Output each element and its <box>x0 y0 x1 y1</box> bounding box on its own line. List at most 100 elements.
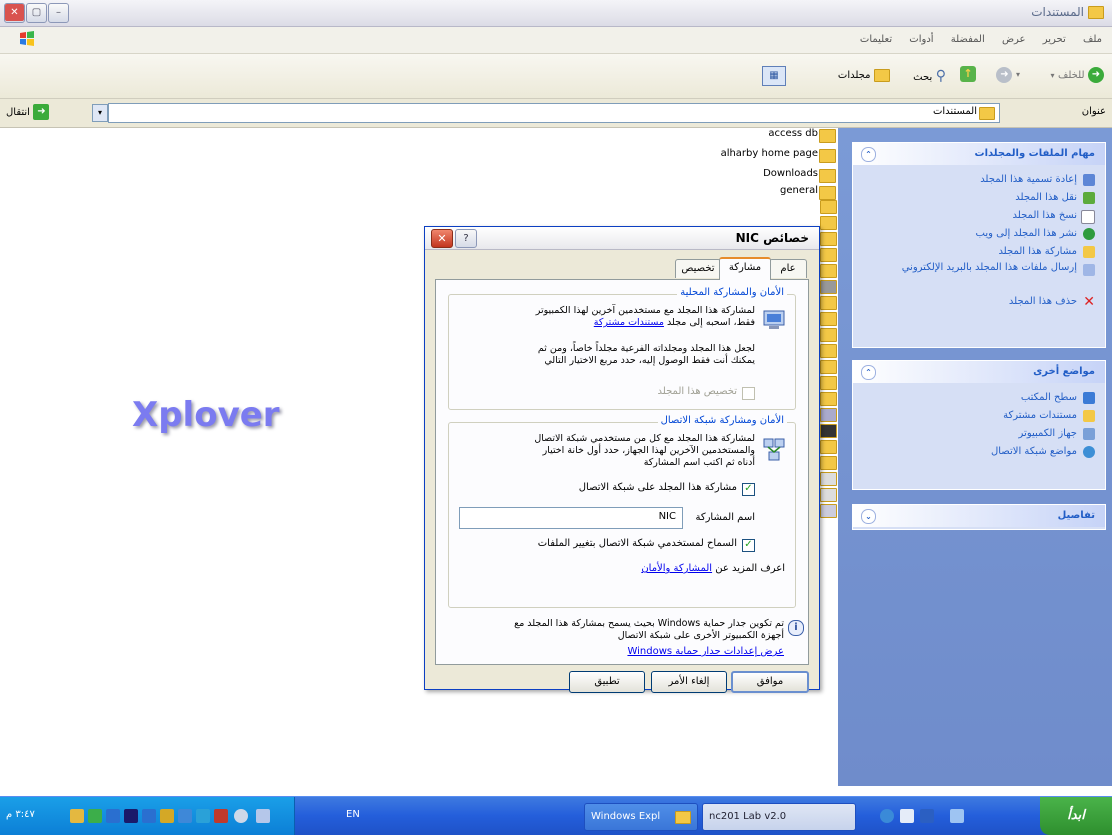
tray-app-icon[interactable] <box>196 809 210 823</box>
panel-title: مهام الملفات والمجلدات <box>974 148 1095 159</box>
close-window-button[interactable]: ✕ <box>4 3 25 23</box>
close-icon: ✕ <box>437 232 447 245</box>
collapse-icon[interactable]: ⌃ <box>861 147 876 162</box>
quick-launch-icon[interactable] <box>880 809 894 823</box>
tray-app-icon[interactable] <box>178 809 192 823</box>
place-my-computer[interactable]: جهاز الكمبيوتر <box>863 425 1095 443</box>
sharing-tab-page: الأمان والمشاركة المحلية لمشاركة هذا الم… <box>435 279 809 665</box>
folders-button[interactable]: مجلدات <box>838 68 890 82</box>
folder-icon <box>819 129 836 143</box>
menu-file[interactable]: ملف <box>1083 34 1102 45</box>
ok-button[interactable]: موافق <box>731 671 809 693</box>
quick-launch-icon[interactable] <box>900 809 914 823</box>
file-item[interactable]: alharby home page <box>721 148 818 159</box>
tray-app-icon[interactable] <box>256 809 270 823</box>
allow-change-files-label: السماح لمستخدمي شبكة الاتصال بتغيير المل… <box>537 538 737 549</box>
minimize-window-button[interactable]: – <box>48 3 69 23</box>
collapse-icon[interactable]: ⌃ <box>861 365 876 380</box>
panel-header[interactable]: تفاصيل ⌄ <box>853 505 1105 527</box>
tray-app-icon[interactable] <box>124 809 138 823</box>
clock[interactable]: ٣:٤٧ م <box>6 809 35 820</box>
network-share-icon <box>763 438 785 461</box>
tray-app-icon[interactable] <box>70 809 84 823</box>
expand-icon[interactable]: ⌄ <box>861 509 876 524</box>
apply-button[interactable]: تطبيق <box>569 671 645 693</box>
menu-edit[interactable]: تحرير <box>1043 34 1066 45</box>
menu-favorites[interactable]: المفضلة <box>951 34 985 45</box>
folder-icon <box>820 440 837 454</box>
share-on-network-checkbox[interactable]: ✓ <box>742 483 755 496</box>
system-tray: ٣:٤٧ م <box>0 797 295 835</box>
place-network[interactable]: مواضع شبكة الاتصال <box>863 443 1095 461</box>
folder-icon <box>820 344 837 358</box>
place-desktop[interactable]: سطح المكتب <box>863 389 1095 407</box>
address-input[interactable]: المستندات <box>108 103 1000 123</box>
share-folder-icon <box>1083 246 1095 258</box>
task-label: إرسال ملفات هذا المجلد بالبريد الإلكترون… <box>901 262 1077 273</box>
dialog-help-button[interactable]: ? <box>455 229 477 248</box>
task-label: nc201 Lab v2.0 <box>709 811 787 822</box>
folder-icon <box>820 456 837 470</box>
dialog-close-button[interactable]: ✕ <box>431 229 453 248</box>
menu-view[interactable]: عرض <box>1002 34 1026 45</box>
go-button[interactable]: ➜ انتقال <box>6 104 50 120</box>
maximize-window-button[interactable]: ▢ <box>26 3 47 23</box>
up-folder-button[interactable]: ↑ <box>960 66 978 84</box>
tray-app-icon[interactable] <box>160 809 174 823</box>
menu-tools[interactable]: أدوات <box>909 34 933 45</box>
tray-app-icon[interactable] <box>106 809 120 823</box>
quick-launch-icon[interactable] <box>950 809 964 823</box>
tray-app-icon[interactable] <box>88 809 102 823</box>
make-private-checkbox[interactable] <box>742 387 755 400</box>
language-indicator[interactable]: EN <box>346 809 360 820</box>
task-move-folder[interactable]: نقل هذا المجلد <box>863 189 1095 207</box>
tab-customize[interactable]: تخصيص <box>675 259 721 278</box>
share-name-input[interactable]: NIC <box>459 507 683 529</box>
taskbar-item-explorer[interactable]: Windows Expl <box>584 803 698 831</box>
task-share-folder[interactable]: مشاركة هذا المجلد <box>863 243 1095 261</box>
search-icon: ⚲ <box>935 68 946 84</box>
task-copy-folder[interactable]: نسخ هذا المجلد <box>863 207 1095 225</box>
quick-launch-icon[interactable] <box>920 809 934 823</box>
place-shared-documents[interactable]: مستندات مشتركة <box>863 407 1095 425</box>
menu-help[interactable]: تعليمات <box>860 34 892 45</box>
network-sharing-description: لمشاركة هذا المجلد مع كل من مستخدمي شبكة… <box>455 433 755 469</box>
file-item[interactable]: access db <box>768 128 818 139</box>
shared-documents-link[interactable]: مستندات مشتركة <box>594 317 664 328</box>
tab-general[interactable]: عام <box>769 259 807 278</box>
tray-app-icon[interactable] <box>142 809 156 823</box>
task-delete-folder[interactable]: ✕ حذف هذا المجلد <box>863 293 1095 311</box>
folder-icon <box>820 216 837 230</box>
back-button[interactable]: ➜ للخلف ▾ <box>1051 67 1104 83</box>
button-label: تطبيق <box>594 676 620 687</box>
task-email-files[interactable]: إرسال ملفات هذا المجلد بالبريد الإلكترون… <box>863 261 1095 293</box>
task-publish-web[interactable]: نشر هذا المجلد إلى ويب <box>863 225 1095 243</box>
share-on-network-label: مشاركة هذا المجلد على شبكة الاتصال <box>578 482 737 493</box>
forward-button[interactable]: ➜ ▾ <box>996 67 1020 83</box>
forward-arrow-icon: ➜ <box>996 67 1013 83</box>
cancel-button[interactable]: إلغاء الأمر <box>651 671 727 693</box>
file-item[interactable]: Downloads <box>763 168 818 179</box>
folder-icon <box>675 811 691 824</box>
text-line: والمستخدمين الآخرين لهذا الجهاز، حدد أول… <box>542 445 755 456</box>
task-label: مشاركة هذا المجلد <box>998 246 1077 257</box>
views-button[interactable]: ▦ <box>762 66 786 86</box>
firewall-settings-link[interactable]: عرض إعدادات جدار حماية Windows <box>627 646 784 657</box>
sharing-security-link[interactable]: المشاركة والأمان <box>641 563 712 574</box>
tray-app-icon[interactable] <box>214 809 228 823</box>
computer-icon <box>1083 428 1095 440</box>
network-globe-icon <box>1083 446 1095 458</box>
file-item[interactable]: general <box>780 185 818 196</box>
computer-users-icon <box>763 310 785 329</box>
tab-sharing[interactable]: مشاركة <box>719 257 771 280</box>
allow-change-files-checkbox[interactable]: ✓ <box>742 539 755 552</box>
taskbar-item-lab[interactable]: nc201 Lab v2.0 <box>702 803 856 831</box>
tab-label: مشاركة <box>728 262 762 273</box>
address-dropdown-button[interactable]: ▾ <box>92 104 108 122</box>
tray-app-icon[interactable] <box>234 809 248 823</box>
start-button[interactable]: ابدأ <box>1040 797 1112 835</box>
task-rename-folder[interactable]: إعادة تسمية هذا المجلد <box>863 171 1095 189</box>
panel-header[interactable]: مواضع أخرى ⌃ <box>853 361 1105 383</box>
search-button[interactable]: ⚲ بحث <box>913 68 946 84</box>
panel-header[interactable]: مهام الملفات والمجلدات ⌃ <box>853 143 1105 165</box>
